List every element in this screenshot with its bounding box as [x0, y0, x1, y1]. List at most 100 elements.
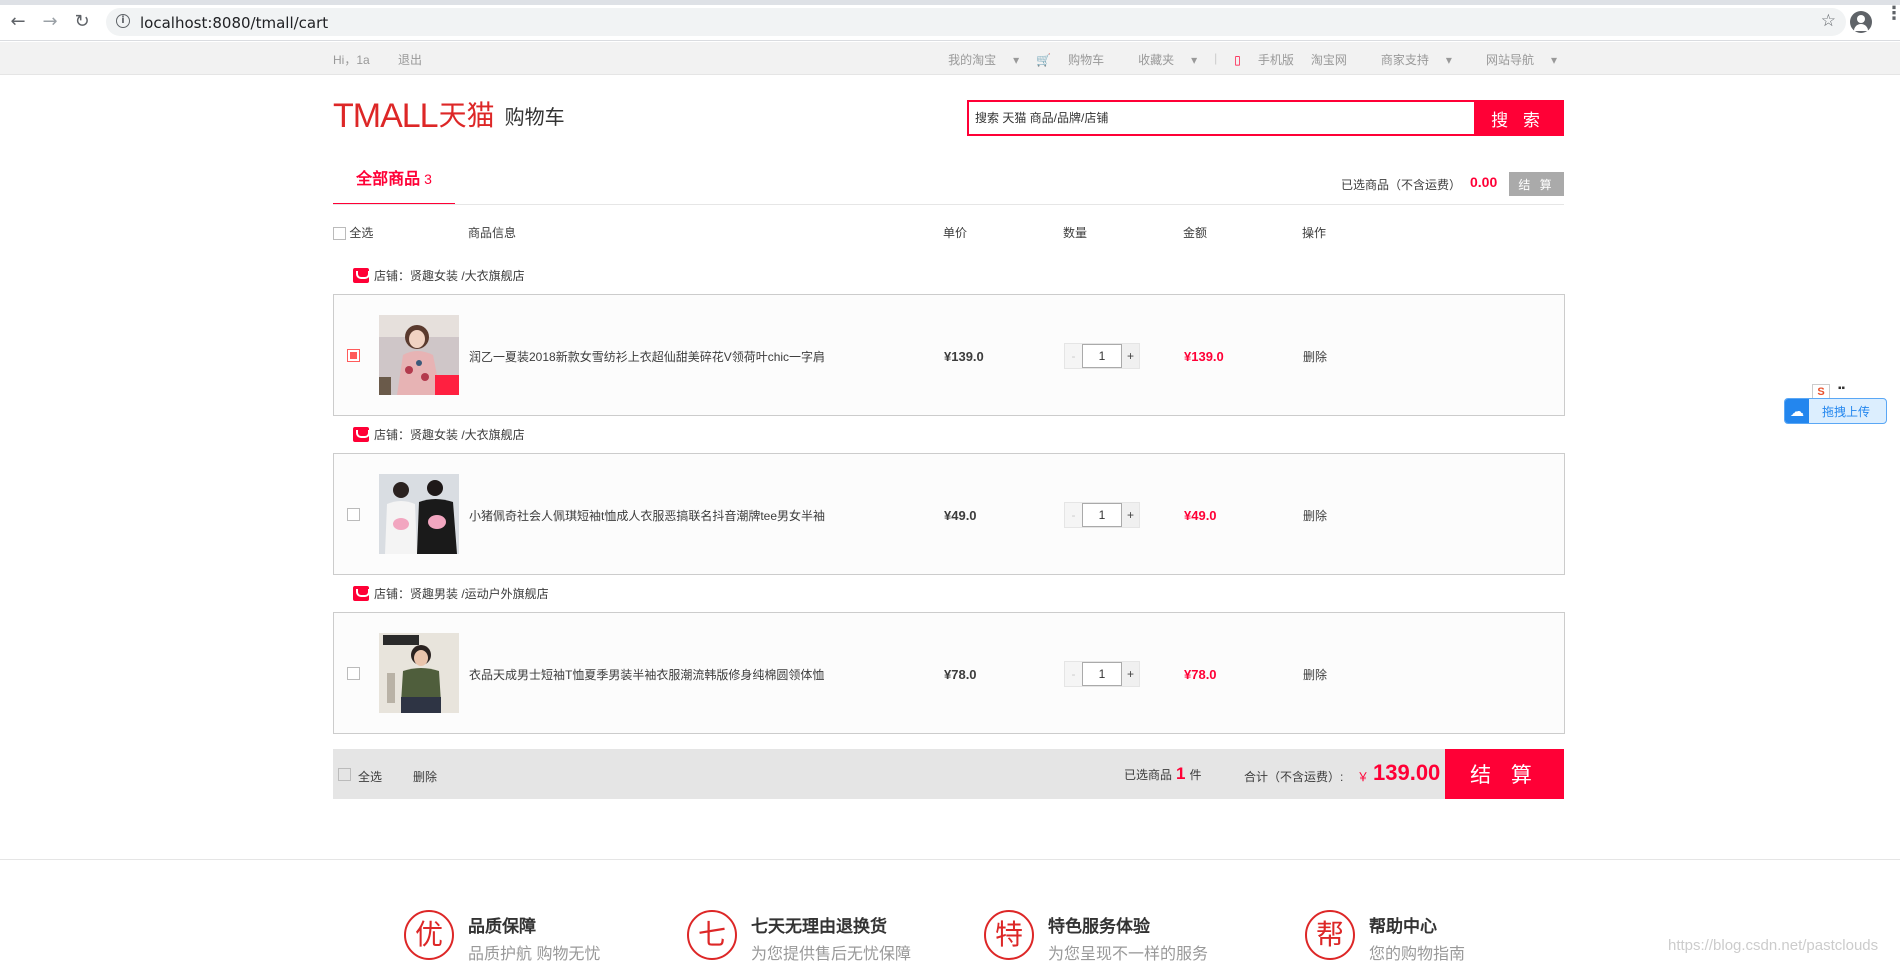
- select-all-checkbox[interactable]: [333, 227, 346, 241]
- chevron-down-icon: ▾: [1550, 53, 1557, 67]
- my-taobao-link[interactable]: 我的淘宝 ▾: [931, 51, 1019, 68]
- service-title: 帮助中心: [1369, 917, 1437, 936]
- reload-icon[interactable]: ↻: [72, 12, 92, 32]
- item-total: ¥78.0: [1184, 667, 1217, 682]
- selected-label: 已选商品（不含运费）: [1341, 178, 1462, 192]
- product-thumbnail[interactable]: [379, 315, 459, 395]
- selected-amount: 0.00: [1470, 174, 1498, 190]
- quantity-input[interactable]: [1082, 503, 1122, 527]
- favorites-link[interactable]: 收藏夹 ▾: [1121, 51, 1197, 68]
- site-topbar: Hi，1a 退出 我的淘宝 ▾ 🛒 购物车 收藏夹 ▾ | ▯ 手机版 淘宝网 商家支持…: [0, 42, 1900, 75]
- decrement-button[interactable]: -: [1065, 503, 1082, 527]
- unit-price: ¥49.0: [944, 508, 977, 523]
- watermark: https://blog.csdn.net/pastclouds: [1668, 937, 1879, 954]
- increment-button[interactable]: +: [1122, 344, 1139, 368]
- select-all-header[interactable]: 全选: [333, 224, 373, 241]
- product-thumbnail[interactable]: [379, 633, 459, 713]
- logo-en: TMALL: [333, 97, 439, 135]
- divider: [0, 859, 1900, 860]
- tmall-logo[interactable]: TMALL 天猫 购物车: [333, 97, 565, 135]
- chevron-down-icon: ▾: [1013, 53, 1020, 67]
- taobao-link[interactable]: 淘宝网: [1311, 51, 1347, 68]
- quantity-stepper: - +: [1064, 502, 1140, 528]
- merchant-support-link[interactable]: 商家支持 ▾: [1364, 51, 1452, 68]
- tab-all-items[interactable]: 全部商品 3: [333, 160, 455, 205]
- forward-arrow-icon[interactable]: →: [40, 12, 60, 32]
- cart-icon: 🛒: [1036, 53, 1052, 67]
- logout-link[interactable]: 退出: [398, 51, 422, 68]
- increment-button[interactable]: +: [1122, 503, 1139, 527]
- tab-label: 全部商品: [356, 171, 421, 188]
- delete-link[interactable]: 删除: [1303, 348, 1327, 365]
- search-button[interactable]: 搜 索: [1474, 102, 1562, 134]
- drag-upload-widget[interactable]: ☁ 拖拽上传: [1784, 398, 1887, 424]
- total-label: 合计（不含运费）:: [1244, 770, 1344, 784]
- settle-button[interactable]: 结 算: [1445, 749, 1564, 799]
- quality-badge-icon: 优: [404, 910, 454, 960]
- url-text[interactable]: localhost:8080/tmall/cart: [140, 14, 328, 32]
- quantity-stepper: - +: [1064, 661, 1140, 687]
- settle-button-small[interactable]: 结 算: [1509, 172, 1564, 196]
- cloud-icon: ☁: [1785, 399, 1809, 423]
- handle-icon[interactable]: ▪▪: [1838, 384, 1845, 394]
- upload-label: 拖拽上传: [1822, 404, 1871, 419]
- service-title: 七天无理由退换货: [751, 917, 887, 936]
- product-name-link[interactable]: 小猪佩奇社会人佩琪短袖t恤成人衣服恶搞联名抖音潮牌tee男女半袖: [469, 507, 849, 524]
- quantity-input[interactable]: [1082, 344, 1122, 368]
- col-unit-price: 单价: [943, 226, 968, 240]
- service-desc: 为您呈现不一样的服务: [1048, 946, 1209, 963]
- browser-menu-icon[interactable]: ⋮: [1885, 5, 1900, 23]
- chevron-down-icon: ▾: [1445, 53, 1452, 67]
- shop-label: 店铺：贤趣女装 /大衣旗舰店: [353, 426, 525, 442]
- service-returns: 七 七天无理由退换货 为您提供售后无忧保障: [687, 910, 911, 963]
- delete-link[interactable]: 删除: [1303, 507, 1327, 524]
- col-quantity: 数量: [1063, 226, 1088, 240]
- returns-badge-icon: 七: [687, 910, 737, 960]
- info-icon[interactable]: i: [116, 14, 130, 28]
- product-thumbnail[interactable]: [379, 474, 459, 554]
- phone-icon: ▯: [1234, 53, 1241, 67]
- delete-link[interactable]: 删除: [1303, 666, 1327, 683]
- decrement-button[interactable]: -: [1065, 662, 1082, 686]
- search-input[interactable]: [969, 102, 1474, 134]
- quantity-input[interactable]: [1082, 662, 1122, 686]
- divider: [333, 204, 1564, 205]
- service-special: 特 特色服务体验 为您呈现不一样的服务: [984, 910, 1208, 963]
- increment-button[interactable]: +: [1122, 662, 1139, 686]
- product-name-link[interactable]: 衣品天成男士短袖T恤夏季男装半袖衣服潮流韩版修身纯棉圆领体恤: [469, 666, 849, 683]
- divider: |: [1214, 51, 1218, 65]
- item-checkbox[interactable]: [347, 349, 360, 362]
- mobile-link[interactable]: ▯ 手机版: [1234, 51, 1294, 68]
- decrement-button[interactable]: -: [1065, 344, 1082, 368]
- logo-cn: 天猫: [438, 100, 495, 131]
- unit-price: ¥78.0: [944, 667, 977, 682]
- select-all-label[interactable]: 全选: [358, 768, 382, 785]
- chevron-down-icon: ▾: [1191, 53, 1198, 67]
- product-name-link[interactable]: 润乙一夏装2018新款女雪纺衫上衣超仙甜美碎花V领荷叶chic一字肩: [469, 348, 849, 365]
- item-total: ¥49.0: [1184, 508, 1217, 523]
- col-info: 商品信息: [468, 226, 517, 240]
- tab-count: 3: [424, 171, 432, 187]
- page-title: 购物车: [504, 107, 565, 129]
- cart-link[interactable]: 🛒 购物车: [1036, 51, 1104, 68]
- item-checkbox[interactable]: [347, 667, 360, 680]
- quantity-stepper: - +: [1064, 343, 1140, 369]
- item-checkbox[interactable]: [347, 508, 360, 521]
- bookmark-star-icon[interactable]: ☆: [1821, 11, 1836, 31]
- unit-price: ¥139.0: [944, 349, 984, 364]
- cart-footer-bar: 全选 删除 已选商品 1 件 合计（不含运费）: ￥ 139.00 结 算: [333, 749, 1564, 799]
- special-badge-icon: 特: [984, 910, 1034, 960]
- col-operation: 操作: [1302, 226, 1327, 240]
- shop-label: 店铺：贤趣男装 /运动户外旗舰店: [353, 585, 549, 601]
- shop-icon: [353, 426, 370, 442]
- select-all-checkbox[interactable]: [338, 768, 351, 781]
- address-bar[interactable]: i localhost:8080/tmall/cart ☆: [106, 8, 1846, 36]
- help-badge-icon: 帮: [1305, 910, 1355, 960]
- shop-label: 店铺：贤趣女装 /大衣旗舰店: [353, 267, 525, 283]
- profile-avatar-icon[interactable]: [1850, 11, 1872, 33]
- back-arrow-icon[interactable]: ←: [8, 12, 28, 32]
- search-box: 搜 索: [967, 100, 1564, 136]
- bulk-delete-link[interactable]: 删除: [413, 768, 437, 785]
- cart-item: 润乙一夏装2018新款女雪纺衫上衣超仙甜美碎花V领荷叶chic一字肩 ¥139.…: [333, 294, 1565, 416]
- site-nav-link[interactable]: 网站导航 ▾: [1469, 51, 1557, 68]
